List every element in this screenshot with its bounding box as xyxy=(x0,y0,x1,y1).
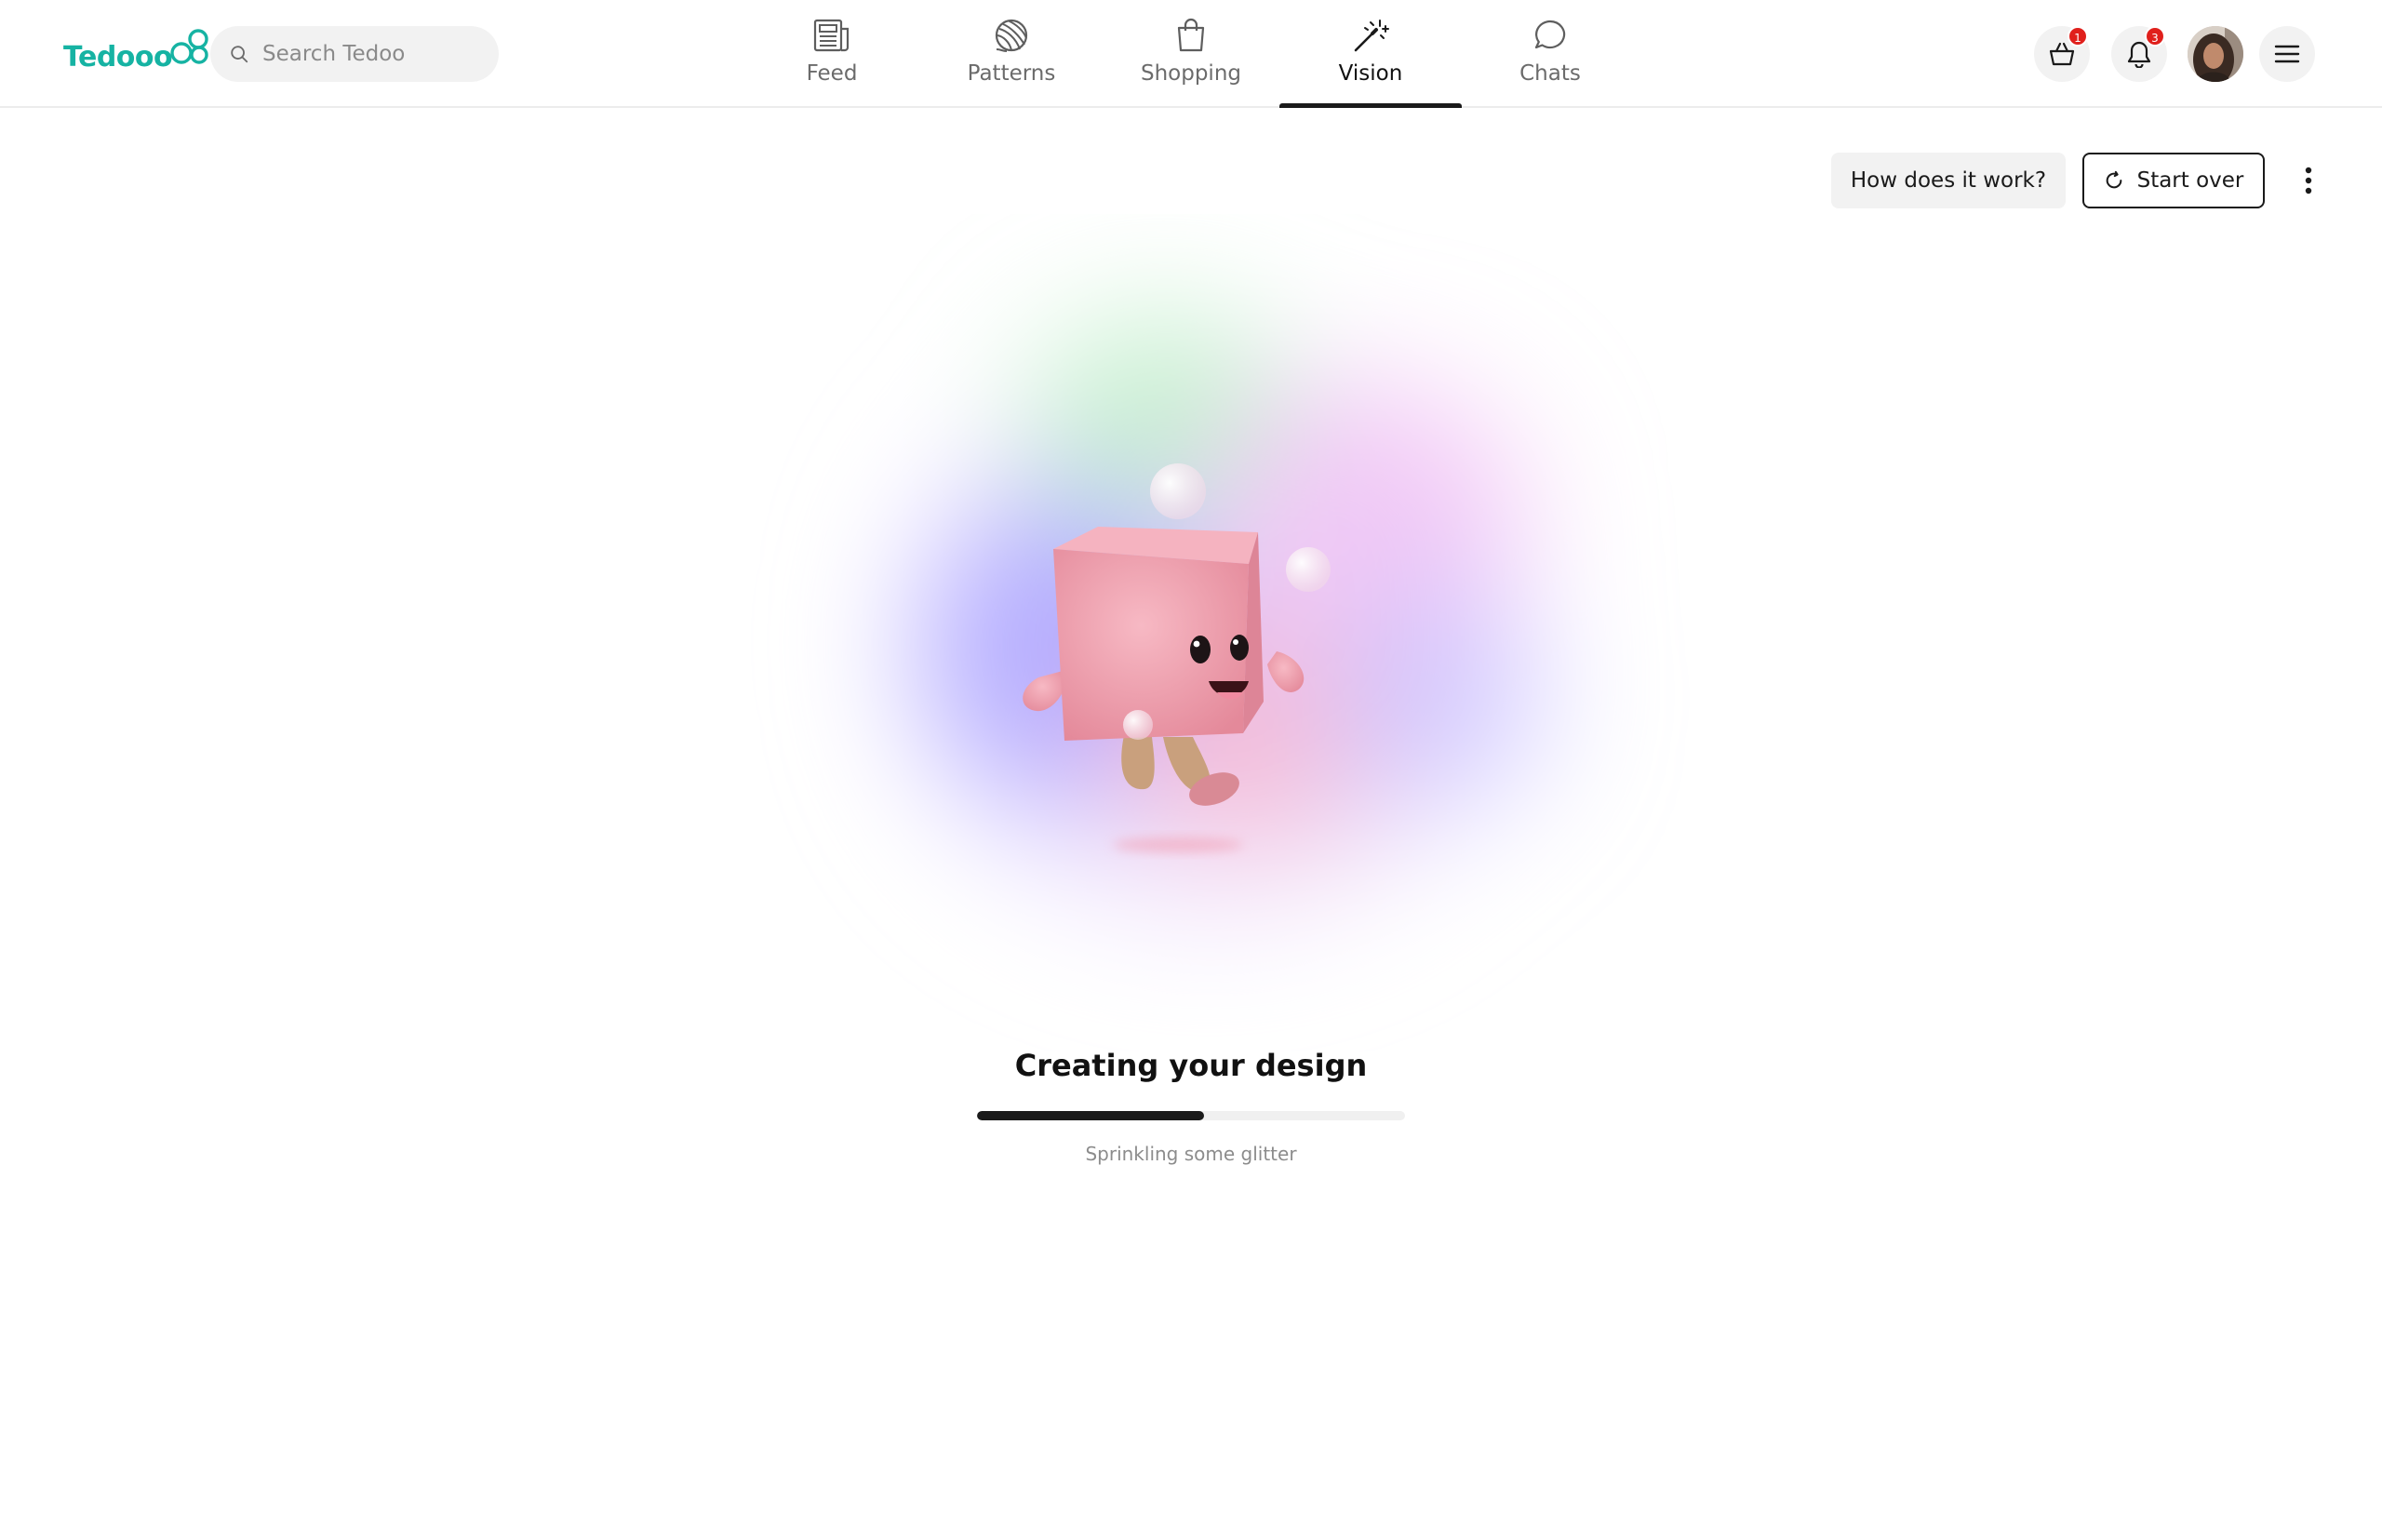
how-does-it-work-button[interactable]: How does it work? xyxy=(1831,153,2066,208)
menu-button[interactable] xyxy=(2259,26,2315,82)
start-over-label: Start over xyxy=(2136,168,2244,193)
tab-shopping[interactable]: Shopping xyxy=(1100,0,1282,108)
magic-wand-icon xyxy=(1350,15,1391,56)
tab-label: Patterns xyxy=(967,61,1056,86)
progress-fill xyxy=(977,1111,1204,1120)
start-over-button[interactable]: Start over xyxy=(2082,153,2265,208)
tab-patterns[interactable]: Patterns xyxy=(920,0,1103,108)
search-icon xyxy=(231,46,248,63)
logo-text: Tedooo xyxy=(63,41,173,74)
status-title: Creating your design xyxy=(1014,1048,1368,1083)
search-input[interactable] xyxy=(261,41,484,67)
status-subtitle: Sprinkling some glitter xyxy=(1085,1143,1297,1165)
tab-label: Shopping xyxy=(1140,61,1241,86)
logo-rings-icon xyxy=(170,29,208,64)
tab-label: Vision xyxy=(1338,61,1403,86)
top-bar: Tedooo Feed xyxy=(0,0,2382,108)
tedooo-logo[interactable]: Tedooo xyxy=(63,29,211,78)
notifications-badge: 3 xyxy=(2145,26,2165,47)
user-avatar[interactable] xyxy=(2188,26,2243,82)
chat-bubble-icon xyxy=(1530,15,1571,56)
tab-label: Feed xyxy=(806,61,858,86)
more-options-icon[interactable] xyxy=(2295,160,2322,201)
refresh-icon xyxy=(2106,170,2121,189)
progress-bar xyxy=(977,1111,1405,1120)
cart-badge: 1 xyxy=(2068,26,2088,47)
tab-chats[interactable]: Chats xyxy=(1459,0,1641,108)
pink-cube-mascot xyxy=(1023,463,1331,852)
search-bar[interactable] xyxy=(210,26,499,82)
yarn-ball-icon xyxy=(991,15,1032,56)
tab-vision[interactable]: Vision xyxy=(1279,0,1462,108)
hamburger-icon xyxy=(2274,45,2300,63)
tab-label: Chats xyxy=(1519,61,1581,86)
newspaper-icon xyxy=(811,15,852,56)
shopping-bag-icon xyxy=(1171,15,1211,56)
tab-feed[interactable]: Feed xyxy=(741,0,923,108)
cart-button[interactable]: 1 xyxy=(2034,26,2090,82)
notifications-button[interactable]: 3 xyxy=(2111,26,2167,82)
